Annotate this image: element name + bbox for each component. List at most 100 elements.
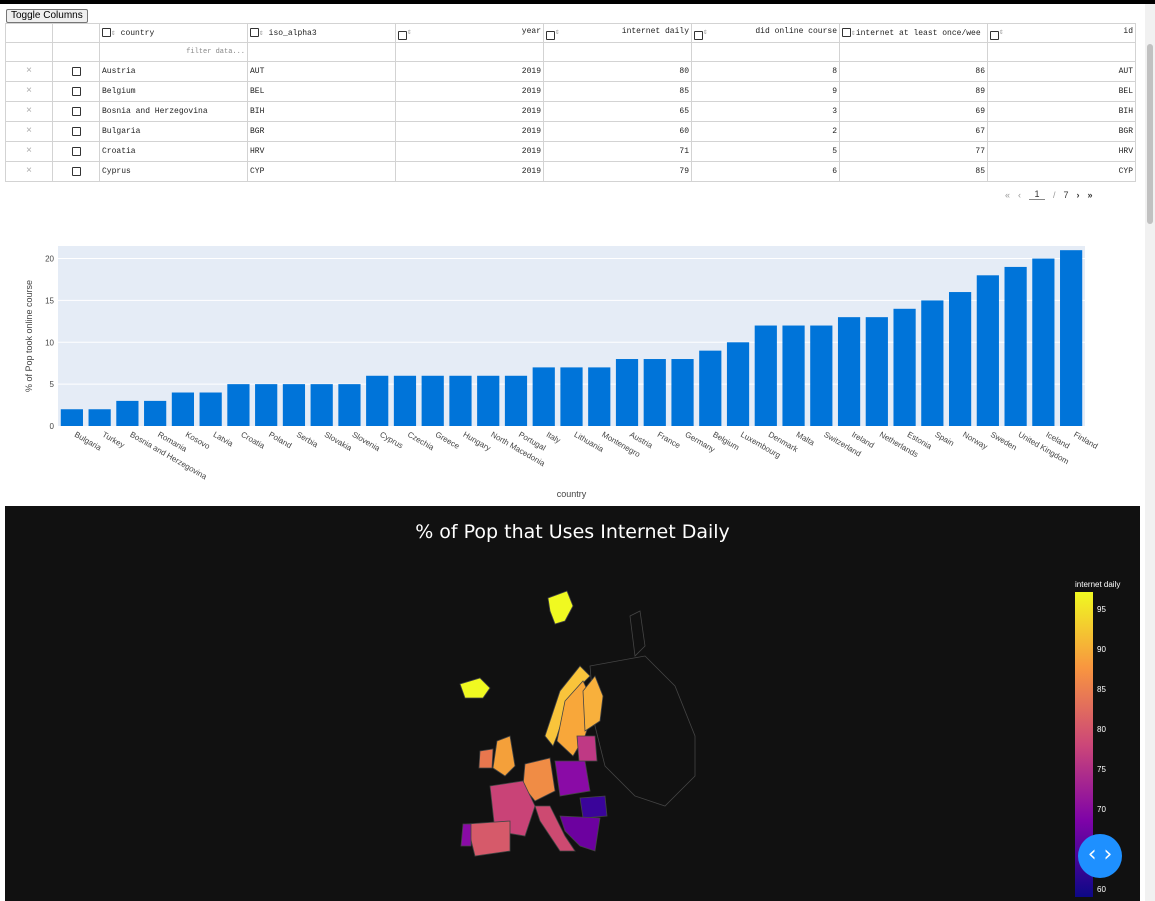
cell-year[interactable]: 2019 — [395, 141, 544, 162]
cell-internet-weekly[interactable]: 85 — [839, 161, 988, 182]
cell-id[interactable]: BIH — [987, 101, 1136, 122]
bar[interactable] — [754, 325, 777, 426]
bar[interactable] — [88, 409, 111, 426]
bar[interactable] — [421, 375, 444, 426]
map-region-ireland[interactable] — [478, 748, 494, 769]
column-select-checkbox[interactable] — [694, 30, 703, 40]
column-header-country[interactable]: ⇕ country — [99, 23, 248, 43]
row-select-checkbox[interactable] — [71, 86, 81, 96]
cell-id[interactable]: AUT — [987, 61, 1136, 82]
delete-row-icon[interactable]: × — [26, 66, 32, 77]
cell-country[interactable]: Bosnia and Herzegovina — [99, 101, 248, 122]
row-select-checkbox[interactable] — [71, 146, 81, 156]
delete-row-icon[interactable]: × — [26, 86, 32, 97]
cell-internet-weekly[interactable]: 67 — [839, 121, 988, 142]
map-region-russia[interactable] — [589, 655, 696, 807]
map-region-svalbard[interactable] — [547, 590, 574, 625]
scrollbar-thumb[interactable] — [1147, 44, 1153, 224]
cell-internet-daily[interactable]: 85 — [543, 81, 692, 102]
cell-iso-alpha3[interactable]: CYP — [247, 161, 396, 182]
bar[interactable] — [837, 317, 861, 426]
cell-year[interactable]: 2019 — [395, 101, 544, 122]
bar[interactable] — [310, 384, 333, 426]
cell-internet-daily[interactable]: 65 — [543, 101, 692, 122]
bar[interactable] — [588, 367, 611, 426]
column-header-internet-weekly[interactable]: ⇕internet at least once/wee — [839, 23, 988, 43]
bar[interactable] — [199, 392, 222, 426]
bar[interactable] — [366, 375, 389, 426]
column-select-checkbox[interactable] — [250, 28, 259, 38]
cell-internet-daily[interactable]: 60 — [543, 121, 692, 142]
map-region-baltics[interactable] — [576, 735, 598, 762]
filter-input-internet-weekly[interactable] — [839, 42, 988, 62]
cell-iso-alpha3[interactable]: AUT — [247, 61, 396, 82]
sort-icon[interactable]: ⇕ — [999, 27, 1004, 37]
map-region-iceland[interactable] — [459, 677, 491, 699]
filter-input-id[interactable] — [987, 42, 1136, 62]
column-select-checkbox[interactable] — [990, 30, 999, 40]
toggle-columns-button[interactable]: Toggle Columns — [6, 9, 88, 23]
bar[interactable] — [116, 400, 139, 426]
cell-did-online-course[interactable]: 2 — [691, 121, 840, 142]
delete-row-icon[interactable]: × — [26, 146, 32, 157]
map-region-romania[interactable] — [579, 795, 608, 819]
column-header-did-online-course[interactable]: ⇕ did online course — [691, 23, 840, 43]
cell-iso-alpha3[interactable]: BIH — [247, 101, 396, 122]
bar[interactable] — [948, 292, 972, 426]
cell-internet-daily[interactable]: 71 — [543, 141, 692, 162]
cell-country[interactable]: Belgium — [99, 81, 248, 102]
bar[interactable] — [144, 400, 167, 426]
bar[interactable] — [60, 409, 83, 426]
cell-year[interactable]: 2019 — [395, 61, 544, 82]
filter-input-internet-daily[interactable] — [543, 42, 692, 62]
bar[interactable] — [255, 384, 278, 426]
column-header-id[interactable]: ⇕ id — [987, 23, 1136, 43]
sort-icon[interactable]: ⇕ — [259, 29, 264, 38]
cell-did-online-course[interactable]: 9 — [691, 81, 840, 102]
row-select-checkbox[interactable] — [71, 166, 81, 176]
cell-year[interactable]: 2019 — [395, 81, 544, 102]
bar[interactable] — [449, 375, 472, 426]
cell-id[interactable]: BGR — [987, 121, 1136, 142]
sort-icon[interactable]: ⇕ — [407, 27, 412, 37]
map-region-portugal[interactable] — [460, 823, 472, 847]
column-select-checkbox[interactable] — [842, 28, 851, 38]
bar[interactable] — [1004, 266, 1027, 426]
cell-internet-weekly[interactable]: 69 — [839, 101, 988, 122]
column-select-checkbox[interactable] — [102, 28, 111, 38]
cell-country[interactable]: Bulgaria — [99, 121, 248, 142]
row-select-checkbox[interactable] — [71, 106, 81, 116]
bar[interactable] — [865, 317, 888, 426]
map-region-uk[interactable] — [492, 735, 516, 777]
cell-year[interactable]: 2019 — [395, 161, 544, 182]
cell-year[interactable]: 2019 — [395, 121, 544, 142]
bar[interactable] — [171, 392, 195, 426]
sort-icon[interactable]: ⇕ — [111, 29, 116, 38]
cell-did-online-course[interactable]: 5 — [691, 141, 840, 162]
cell-internet-daily[interactable]: 80 — [543, 61, 692, 82]
column-select-checkbox[interactable] — [546, 30, 555, 40]
page-number-input[interactable]: 1 — [1029, 189, 1046, 200]
bar[interactable] — [726, 342, 750, 426]
bar[interactable] — [227, 384, 250, 426]
bar[interactable] — [1060, 250, 1083, 426]
cell-country[interactable]: Austria — [99, 61, 248, 82]
bar[interactable] — [560, 367, 583, 426]
row-select-checkbox[interactable] — [71, 126, 81, 136]
cell-internet-daily[interactable]: 79 — [543, 161, 692, 182]
bar[interactable] — [477, 375, 500, 426]
filter-input-year[interactable] — [395, 42, 544, 62]
cell-id[interactable]: HRV — [987, 141, 1136, 162]
cell-did-online-course[interactable]: 3 — [691, 101, 840, 122]
bar[interactable] — [921, 300, 944, 426]
map-region-novaya[interactable] — [629, 610, 646, 657]
bar[interactable] — [338, 384, 361, 426]
last-page-button[interactable]: » — [1088, 190, 1093, 200]
next-page-button[interactable]: › — [1077, 190, 1080, 200]
sort-icon[interactable]: ⇕ — [703, 27, 708, 37]
cell-id[interactable]: CYP — [987, 161, 1136, 182]
sort-icon[interactable]: ⇕ — [555, 27, 560, 37]
bar[interactable] — [282, 384, 306, 426]
row-select-checkbox[interactable] — [71, 66, 81, 76]
bar[interactable] — [976, 275, 999, 426]
